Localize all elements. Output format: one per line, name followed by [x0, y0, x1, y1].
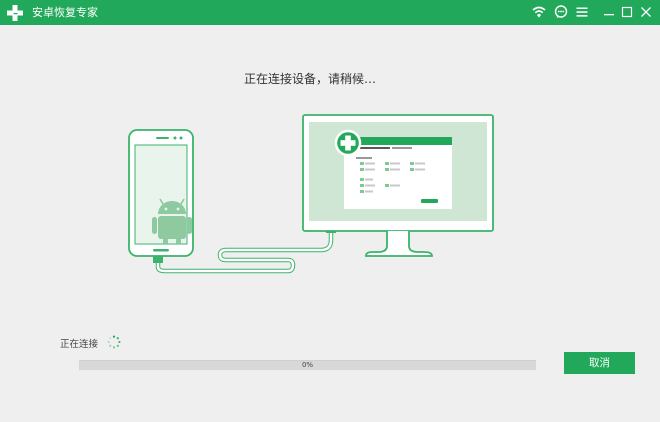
progress-bar: 0% — [79, 360, 536, 370]
progress-text: 0% — [301, 361, 314, 369]
loading-spinner-icon — [107, 335, 121, 349]
phone-illustration — [128, 129, 194, 257]
connection-status-label: 正在连接 — [60, 339, 99, 350]
connection-illustration — [128, 114, 494, 274]
cancel-button[interactable]: 取消 — [564, 352, 635, 374]
